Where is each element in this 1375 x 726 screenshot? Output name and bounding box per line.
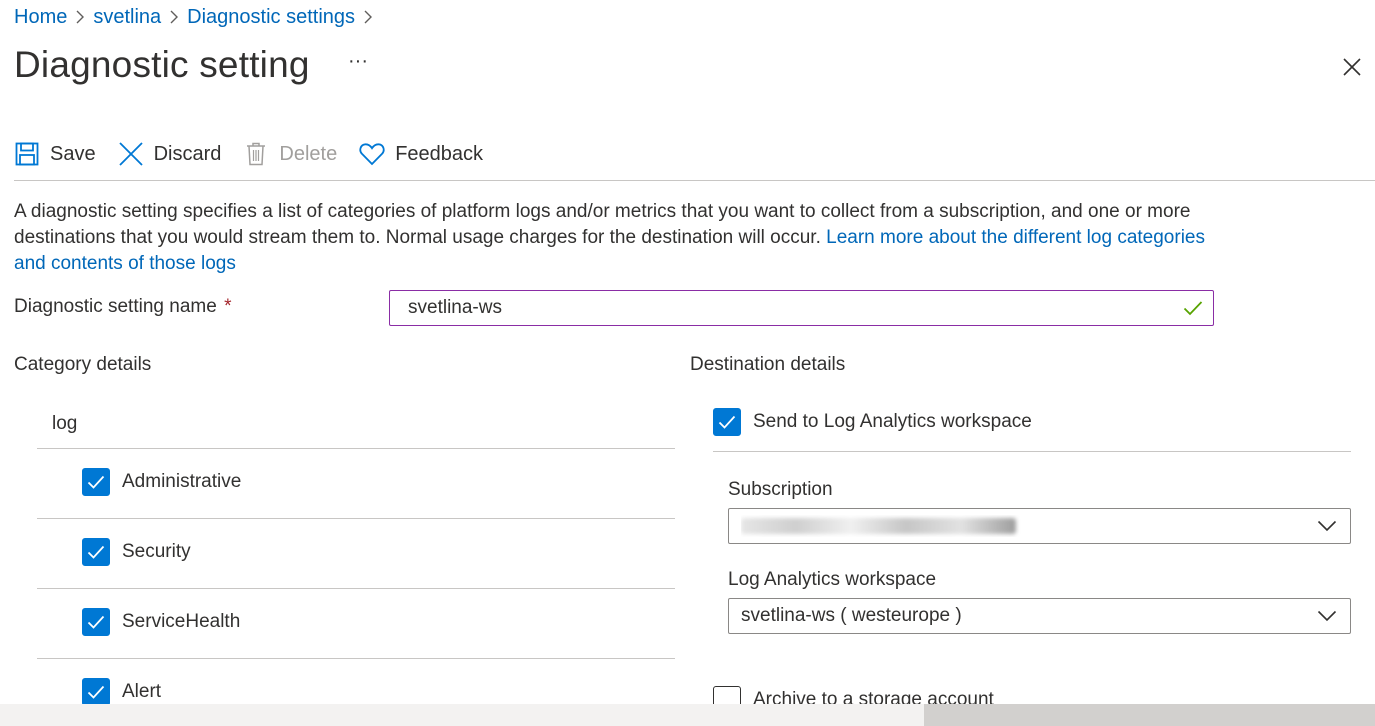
chevron-right-icon <box>67 5 93 29</box>
breadcrumb-diagnostic-settings[interactable]: Diagnostic settings <box>187 6 355 29</box>
discard-icon <box>118 141 144 167</box>
category-administrative[interactable]: Administrative <box>82 468 241 496</box>
checkbox-checked-icon[interactable] <box>82 678 110 706</box>
divider <box>37 518 675 519</box>
category-label: Administrative <box>122 471 242 492</box>
feedback-button[interactable]: Feedback <box>359 136 483 172</box>
divider <box>37 448 675 449</box>
toolbar-divider <box>14 180 1375 181</box>
category-security[interactable]: Security <box>82 538 191 566</box>
workspace-value: svetlina-ws ( westeurope ) <box>741 605 962 626</box>
divider <box>37 658 675 659</box>
discard-button[interactable]: Discard <box>118 136 222 172</box>
delete-button[interactable]: Delete <box>243 136 337 172</box>
category-label: Security <box>122 541 191 562</box>
category-alert[interactable]: Alert <box>82 678 161 706</box>
feedback-label: Feedback <box>395 142 484 165</box>
category-details-heading: Category details <box>14 354 152 375</box>
subscription-label: Subscription <box>728 479 833 500</box>
send-to-log-analytics-label: Send to Log Analytics workspace <box>753 411 1032 432</box>
workspace-dropdown[interactable]: svetlina-ws ( westeurope ) <box>728 598 1351 634</box>
heart-icon <box>359 141 385 167</box>
category-label: ServiceHealth <box>122 611 241 632</box>
description: A diagnostic setting specifies a list of… <box>14 199 1214 277</box>
required-marker: * <box>224 296 232 317</box>
chevron-down-icon <box>1312 511 1342 541</box>
diagnostic-setting-name-input[interactable]: svetlina-ws <box>389 290 1214 326</box>
destination-details-heading: Destination details <box>690 354 846 375</box>
diagnostic-setting-name-label: Diagnostic setting name * <box>14 296 232 317</box>
delete-label: Delete <box>279 142 338 165</box>
discard-label: Discard <box>153 142 222 165</box>
checkbox-checked-icon[interactable] <box>713 408 741 436</box>
log-group-header: log <box>52 413 78 434</box>
workspace-label: Log Analytics workspace <box>728 569 937 590</box>
chevron-right-icon <box>355 5 381 29</box>
save-icon <box>14 141 40 167</box>
scrollbar-thumb[interactable] <box>924 704 1375 726</box>
checkbox-checked-icon[interactable] <box>82 608 110 636</box>
valid-check-icon <box>1179 294 1207 322</box>
checkbox-checked-icon[interactable] <box>82 468 110 496</box>
subscription-value-redacted <box>741 515 1312 537</box>
divider <box>37 588 675 589</box>
page-title: Diagnostic setting <box>14 44 310 85</box>
send-to-log-analytics-checkbox[interactable]: Send to Log Analytics workspace <box>713 408 1032 436</box>
category-label: Alert <box>122 681 162 702</box>
category-servicehealth[interactable]: ServiceHealth <box>82 608 240 636</box>
breadcrumb: Home svetlina Diagnostic settings <box>14 5 381 29</box>
breadcrumb-home[interactable]: Home <box>14 6 67 29</box>
save-label: Save <box>50 142 96 165</box>
chevron-right-icon <box>161 5 187 29</box>
save-button[interactable]: Save <box>14 136 96 172</box>
name-input-value: svetlina-ws <box>408 297 502 318</box>
breadcrumb-svetlina[interactable]: svetlina <box>93 6 161 29</box>
horizontal-scrollbar[interactable] <box>0 704 1375 726</box>
close-button[interactable] <box>1338 53 1366 81</box>
more-options-button[interactable]: ··· <box>346 51 370 76</box>
chevron-down-icon <box>1312 601 1342 631</box>
trash-icon <box>243 141 269 167</box>
command-bar: Save Discard Delete Feedback <box>14 136 505 172</box>
close-icon <box>1343 58 1361 76</box>
subscription-dropdown[interactable] <box>728 508 1351 544</box>
divider <box>713 451 1351 452</box>
checkbox-checked-icon[interactable] <box>82 538 110 566</box>
